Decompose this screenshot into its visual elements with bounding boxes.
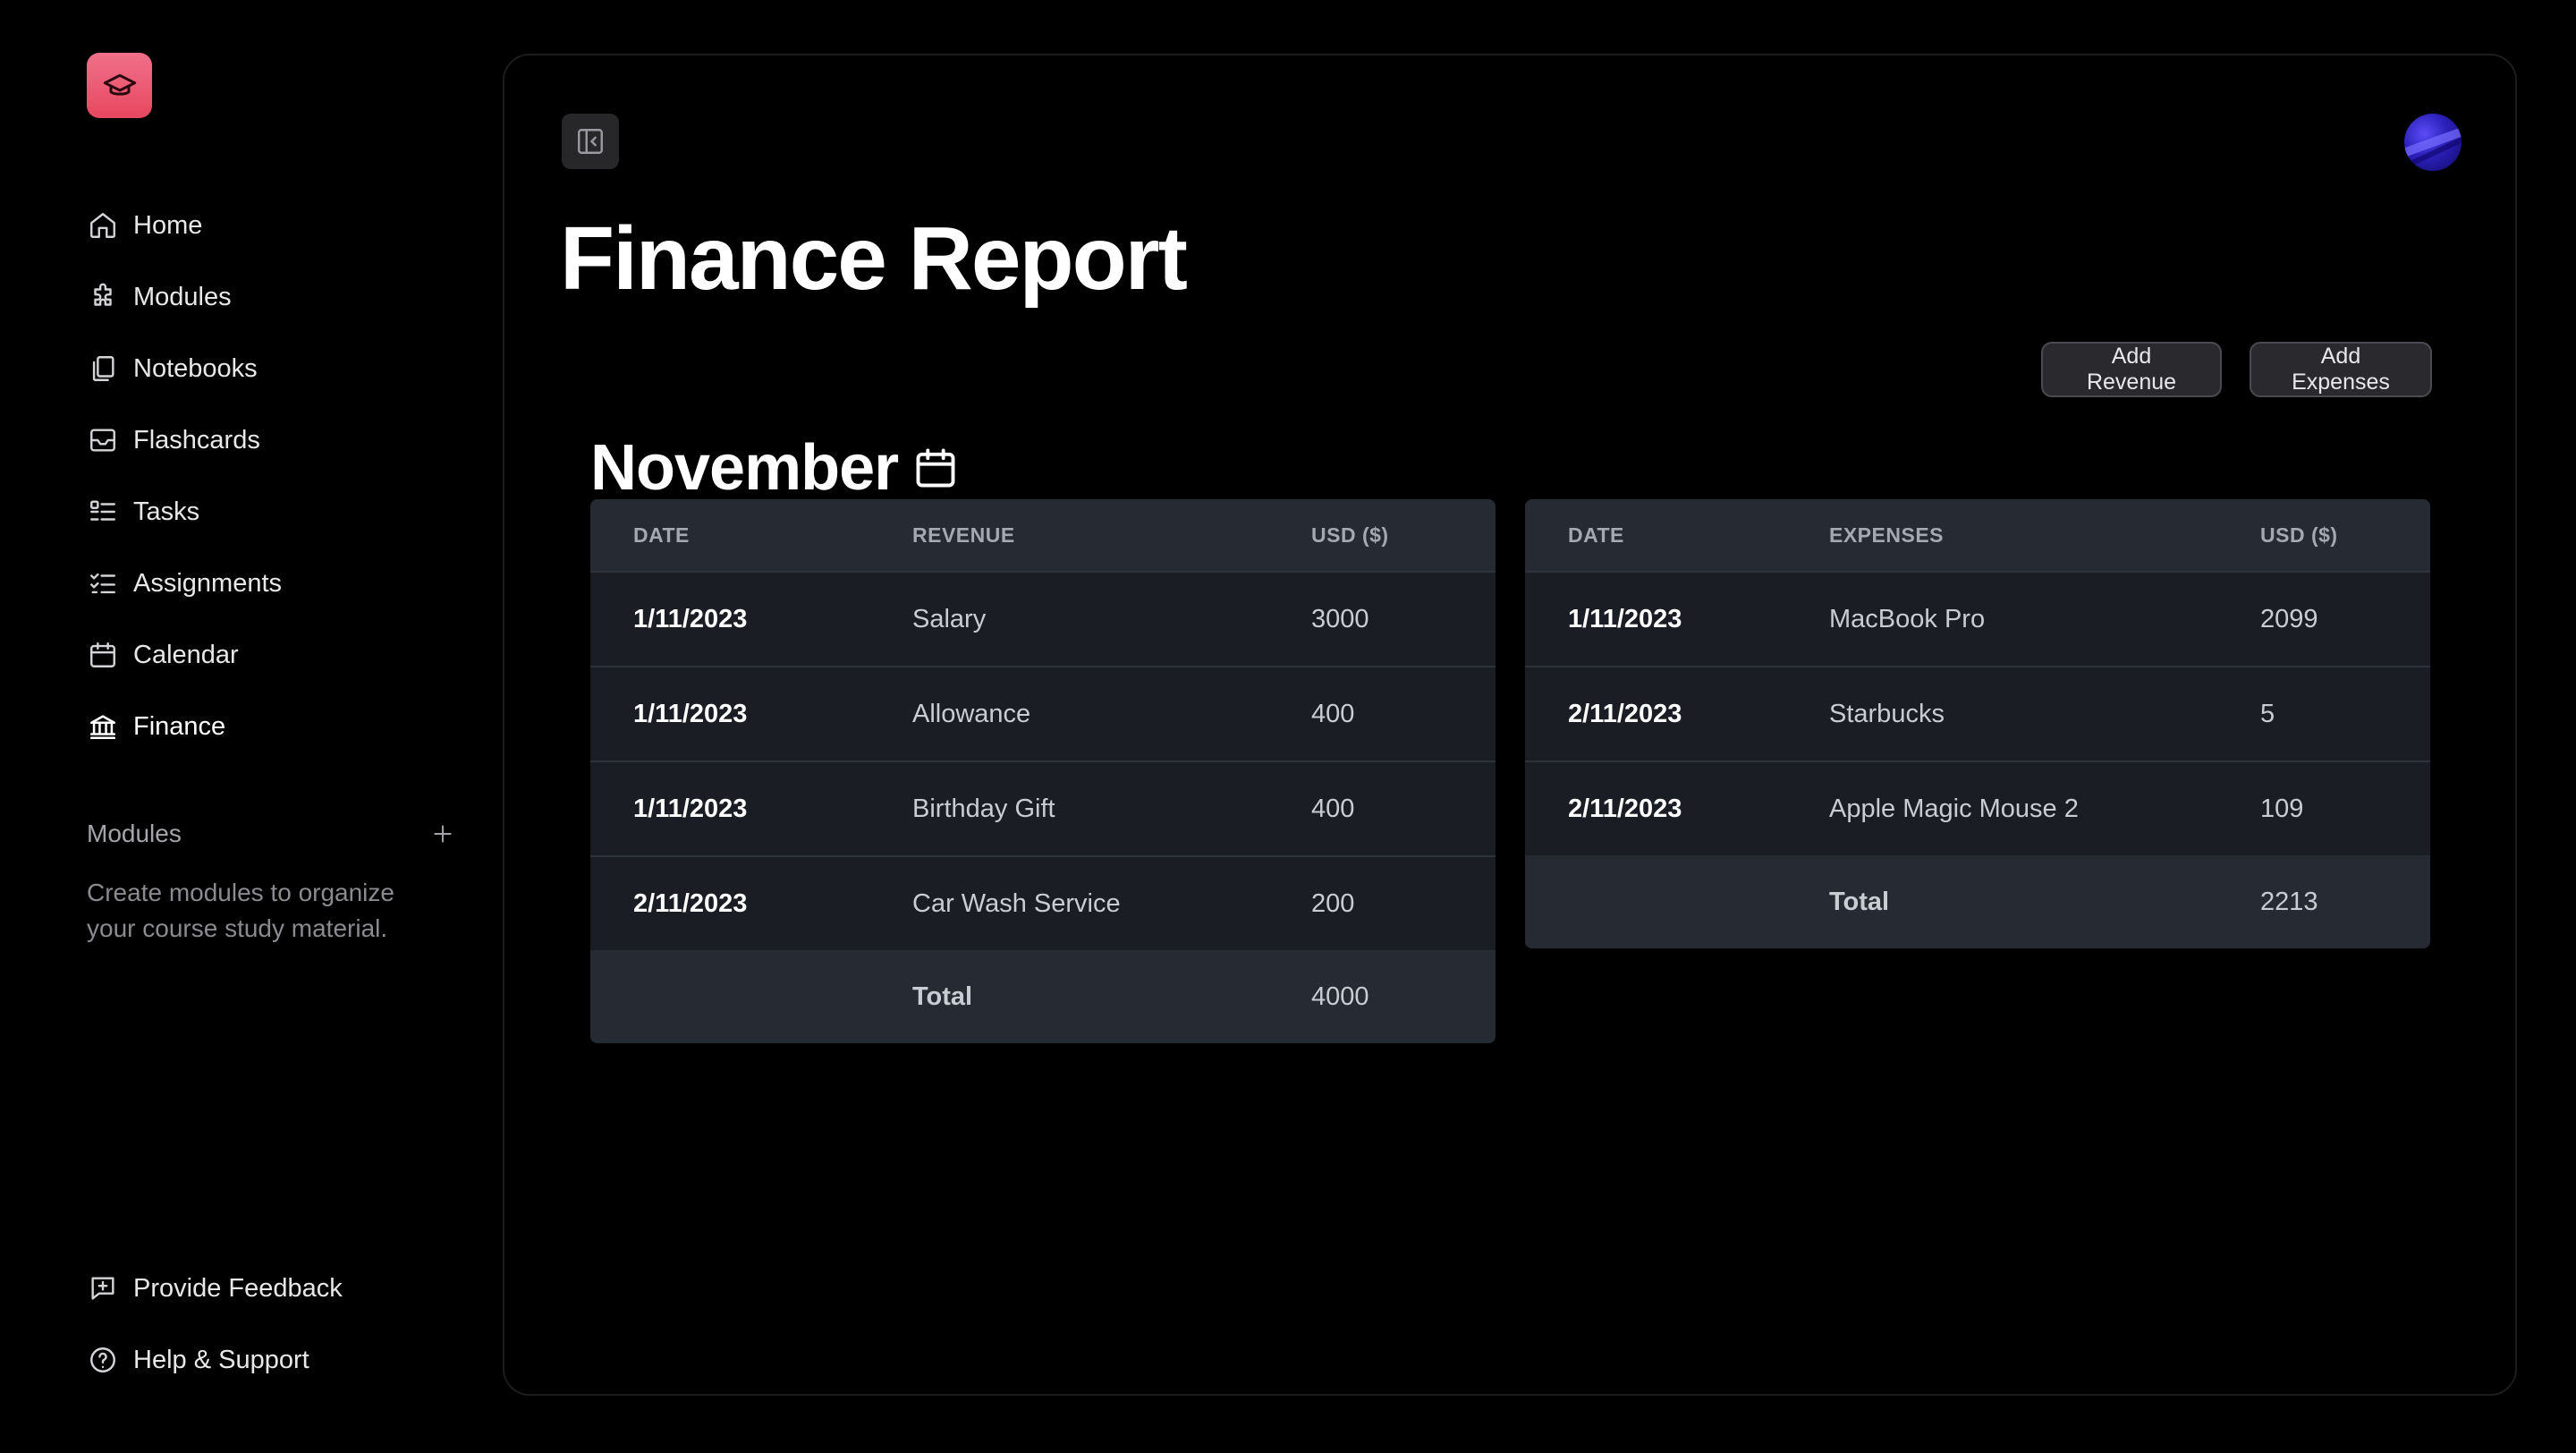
expense-cell: Apple Magic Mouse 2 [1829, 794, 2079, 823]
page-title: Finance Report [560, 208, 1188, 309]
table-row[interactable]: 1/11/2023 Allowance 400 [590, 666, 1496, 760]
flashcards-icon [87, 424, 119, 456]
date-cell: 2/11/2023 [1568, 794, 1682, 823]
expense-cell: Starbucks [1829, 699, 1945, 728]
date-cell: 1/11/2023 [633, 699, 748, 728]
usd-cell: 3000 [1311, 604, 1369, 633]
sidebar-item-label: Help & Support [133, 1345, 309, 1374]
sidebar-footer: Provide Feedback Help & Support [87, 1253, 462, 1396]
sidebar-item-label: Home [133, 210, 203, 240]
total-label: Total [912, 981, 973, 1011]
tasks-icon [87, 496, 119, 528]
bank-icon [87, 710, 119, 743]
month-title: November [590, 432, 899, 504]
sidebar-collapse-icon [578, 129, 603, 154]
sidebar: Home Modules Notebooks Flashcards Tasks [0, 0, 501, 1453]
sidebar-item-label: Modules [133, 282, 232, 311]
table-row[interactable]: 1/11/2023 MacBook Pro 2099 [1525, 571, 2430, 666]
modules-heading: Modules [87, 820, 182, 847]
usd-cell: 5 [2260, 699, 2275, 728]
sidebar-item-home[interactable]: Home [87, 190, 462, 261]
column-header-expenses: EXPENSES [1829, 523, 1944, 547]
calendar-icon[interactable] [912, 445, 959, 491]
add-expenses-button[interactable]: Add Expenses [2250, 342, 2432, 397]
feedback-icon [87, 1272, 119, 1304]
app-logo[interactable] [87, 53, 152, 118]
table-total-row: Total 4000 [590, 950, 1496, 1043]
total-label: Total [1829, 887, 1890, 916]
usd-cell: 2099 [2260, 604, 2318, 633]
puzzle-icon [87, 281, 119, 313]
sidebar-item-finance[interactable]: Finance [87, 691, 462, 762]
sidebar-item-label: Flashcards [133, 425, 260, 455]
sidebar-item-calendar[interactable]: Calendar [87, 619, 462, 691]
usd-cell: 400 [1311, 794, 1355, 823]
user-avatar[interactable] [2404, 114, 2462, 171]
table-header: DATE EXPENSES USD ($) [1525, 499, 2430, 571]
date-cell: 1/11/2023 [633, 794, 748, 823]
month-header: November [590, 431, 959, 505]
toggle-sidebar-button[interactable] [562, 114, 619, 169]
date-cell: 2/11/2023 [633, 888, 748, 918]
sidebar-item-label: Notebooks [133, 353, 258, 383]
sidebar-item-modules[interactable]: Modules [87, 261, 462, 333]
column-header-date: DATE [1568, 523, 1624, 547]
date-cell: 1/11/2023 [1568, 604, 1682, 633]
expense-cell: MacBook Pro [1829, 604, 1986, 633]
sidebar-item-label: Tasks [133, 497, 200, 526]
table-row[interactable]: 2/11/2023 Car Wash Service 200 [590, 855, 1496, 950]
table-total-row: Total 2213 [1525, 855, 2430, 948]
sidebar-item-label: Assignments [133, 568, 283, 598]
revenue-cell: Allowance [912, 699, 1031, 728]
sidebar-item-label: Provide Feedback [133, 1273, 343, 1303]
home-icon [87, 209, 119, 242]
modules-hint: Create modules to organize your course s… [87, 879, 394, 942]
sidebar-item-label: Finance [133, 711, 226, 741]
usd-cell: 400 [1311, 699, 1355, 728]
expenses-table: DATE EXPENSES USD ($) 1/11/2023 MacBook … [1525, 499, 2430, 948]
revenue-cell: Salary [912, 604, 987, 633]
notebook-icon [87, 353, 119, 385]
table-header: DATE REVENUE USD ($) [590, 499, 1496, 571]
revenue-cell: Car Wash Service [912, 888, 1121, 918]
sidebar-item-notebooks[interactable]: Notebooks [87, 333, 462, 404]
date-cell: 2/11/2023 [1568, 699, 1682, 728]
sidebar-nav: Home Modules Notebooks Flashcards Tasks [87, 190, 462, 762]
table-row[interactable]: 1/11/2023 Birthday Gift 400 [590, 760, 1496, 855]
sidebar-item-tasks[interactable]: Tasks [87, 476, 462, 548]
help-icon [87, 1344, 119, 1376]
column-header-date: DATE [633, 523, 690, 547]
help-support-link[interactable]: Help & Support [87, 1324, 462, 1396]
table-row[interactable]: 2/11/2023 Starbucks 5 [1525, 666, 2430, 760]
table-row[interactable]: 2/11/2023 Apple Magic Mouse 2 109 [1525, 760, 2430, 855]
provide-feedback-link[interactable]: Provide Feedback [87, 1253, 462, 1324]
date-cell: 1/11/2023 [633, 604, 748, 633]
add-revenue-button[interactable]: Add Revenue [2041, 342, 2222, 397]
column-header-usd: USD ($) [1311, 523, 1389, 547]
column-header-revenue: REVENUE [912, 523, 1015, 547]
usd-cell: 200 [1311, 888, 1355, 918]
sidebar-item-label: Calendar [133, 640, 239, 669]
plus-icon [434, 825, 452, 843]
sidebar-item-flashcards[interactable]: Flashcards [87, 404, 462, 476]
column-header-usd: USD ($) [2260, 523, 2338, 547]
graduation-cap-icon [103, 73, 136, 96]
table-row[interactable]: 1/11/2023 Salary 3000 [590, 571, 1496, 666]
add-module-button[interactable] [427, 818, 459, 850]
total-value: 2213 [2260, 887, 2318, 916]
assignments-icon [87, 567, 119, 599]
revenue-cell: Birthday Gift [912, 794, 1055, 823]
modules-section-header: Modules [87, 814, 459, 854]
sidebar-item-assignments[interactable]: Assignments [87, 548, 462, 619]
revenue-table: DATE REVENUE USD ($) 1/11/2023 Salary 30… [590, 499, 1496, 1043]
main-panel: Finance Report November Add Revenue Add … [503, 54, 2517, 1396]
calendar-icon [87, 639, 119, 671]
usd-cell: 109 [2260, 794, 2304, 823]
total-value: 4000 [1311, 981, 1369, 1011]
